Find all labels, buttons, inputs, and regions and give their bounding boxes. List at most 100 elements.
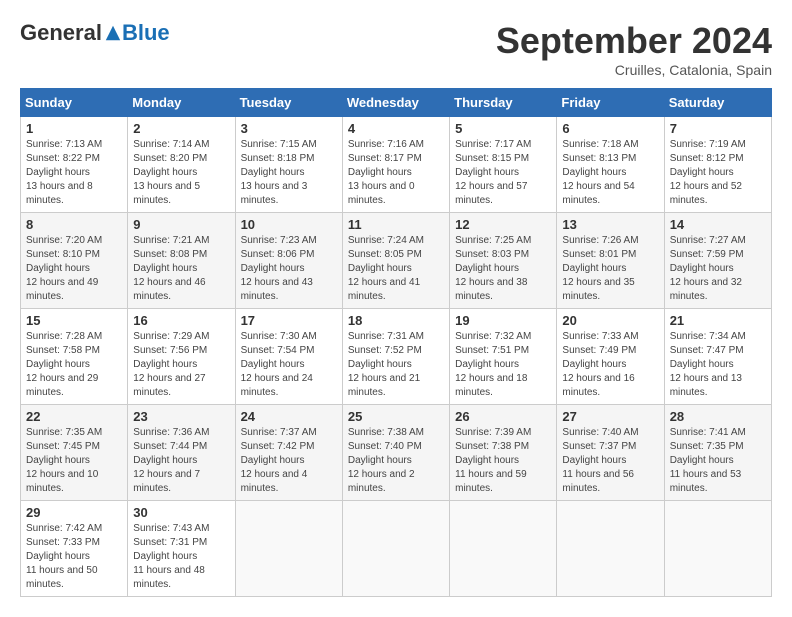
calendar-cell: 13 Sunrise: 7:26 AM Sunset: 8:01 PM Dayl… [557,213,664,309]
title-section: September 2024 Cruilles, Catalonia, Spai… [496,20,772,78]
day-info: Sunrise: 7:38 AM Sunset: 7:40 PM Dayligh… [348,426,444,496]
day-info: Sunrise: 7:20 AM Sunset: 8:10 PM Dayligh… [26,234,122,304]
weekday-header-row: SundayMondayTuesdayWednesdayThursdayFrid… [21,89,772,117]
calendar-cell: 2 Sunrise: 7:14 AM Sunset: 8:20 PM Dayli… [128,117,235,213]
day-number: 7 [670,121,766,136]
day-number: 2 [133,121,229,136]
day-number: 28 [670,409,766,424]
calendar-cell: 28 Sunrise: 7:41 AM Sunset: 7:35 PM Dayl… [664,405,771,501]
day-number: 25 [348,409,444,424]
weekday-thursday: Thursday [450,89,557,117]
day-info: Sunrise: 7:19 AM Sunset: 8:12 PM Dayligh… [670,138,766,208]
day-number: 1 [26,121,122,136]
calendar-cell: 1 Sunrise: 7:13 AM Sunset: 8:22 PM Dayli… [21,117,128,213]
day-info: Sunrise: 7:40 AM Sunset: 7:37 PM Dayligh… [562,426,658,496]
weekday-sunday: Sunday [21,89,128,117]
day-info: Sunrise: 7:18 AM Sunset: 8:13 PM Dayligh… [562,138,658,208]
day-number: 3 [241,121,337,136]
calendar-cell: 20 Sunrise: 7:33 AM Sunset: 7:49 PM Dayl… [557,309,664,405]
day-number: 18 [348,313,444,328]
day-number: 23 [133,409,229,424]
calendar-cell: 15 Sunrise: 7:28 AM Sunset: 7:58 PM Dayl… [21,309,128,405]
calendar-cell: 23 Sunrise: 7:36 AM Sunset: 7:44 PM Dayl… [128,405,235,501]
calendar-cell [342,501,449,597]
calendar-cell: 30 Sunrise: 7:43 AM Sunset: 7:31 PM Dayl… [128,501,235,597]
day-info: Sunrise: 7:43 AM Sunset: 7:31 PM Dayligh… [133,522,229,592]
day-info: Sunrise: 7:15 AM Sunset: 8:18 PM Dayligh… [241,138,337,208]
calendar-cell: 25 Sunrise: 7:38 AM Sunset: 7:40 PM Dayl… [342,405,449,501]
calendar-cell: 26 Sunrise: 7:39 AM Sunset: 7:38 PM Dayl… [450,405,557,501]
calendar-cell: 4 Sunrise: 7:16 AM Sunset: 8:17 PM Dayli… [342,117,449,213]
day-info: Sunrise: 7:25 AM Sunset: 8:03 PM Dayligh… [455,234,551,304]
day-info: Sunrise: 7:39 AM Sunset: 7:38 PM Dayligh… [455,426,551,496]
calendar-cell: 10 Sunrise: 7:23 AM Sunset: 8:06 PM Dayl… [235,213,342,309]
day-number: 30 [133,505,229,520]
logo-blue: Blue [122,20,170,46]
location-title: Cruilles, Catalonia, Spain [496,62,772,78]
calendar-cell: 3 Sunrise: 7:15 AM Sunset: 8:18 PM Dayli… [235,117,342,213]
calendar-cell: 17 Sunrise: 7:30 AM Sunset: 7:54 PM Dayl… [235,309,342,405]
day-info: Sunrise: 7:23 AM Sunset: 8:06 PM Dayligh… [241,234,337,304]
calendar-cell: 8 Sunrise: 7:20 AM Sunset: 8:10 PM Dayli… [21,213,128,309]
day-number: 6 [562,121,658,136]
day-number: 15 [26,313,122,328]
day-number: 24 [241,409,337,424]
day-number: 4 [348,121,444,136]
calendar-cell: 29 Sunrise: 7:42 AM Sunset: 7:33 PM Dayl… [21,501,128,597]
calendar-cell: 11 Sunrise: 7:24 AM Sunset: 8:05 PM Dayl… [342,213,449,309]
week-row-2: 8 Sunrise: 7:20 AM Sunset: 8:10 PM Dayli… [21,213,772,309]
day-number: 20 [562,313,658,328]
calendar-cell: 21 Sunrise: 7:34 AM Sunset: 7:47 PM Dayl… [664,309,771,405]
day-number: 16 [133,313,229,328]
day-number: 13 [562,217,658,232]
day-info: Sunrise: 7:27 AM Sunset: 7:59 PM Dayligh… [670,234,766,304]
week-row-5: 29 Sunrise: 7:42 AM Sunset: 7:33 PM Dayl… [21,501,772,597]
day-info: Sunrise: 7:13 AM Sunset: 8:22 PM Dayligh… [26,138,122,208]
calendar-cell [557,501,664,597]
day-info: Sunrise: 7:37 AM Sunset: 7:42 PM Dayligh… [241,426,337,496]
week-row-3: 15 Sunrise: 7:28 AM Sunset: 7:58 PM Dayl… [21,309,772,405]
day-number: 14 [670,217,766,232]
day-info: Sunrise: 7:17 AM Sunset: 8:15 PM Dayligh… [455,138,551,208]
day-info: Sunrise: 7:41 AM Sunset: 7:35 PM Dayligh… [670,426,766,496]
calendar-cell: 16 Sunrise: 7:29 AM Sunset: 7:56 PM Dayl… [128,309,235,405]
day-info: Sunrise: 7:34 AM Sunset: 7:47 PM Dayligh… [670,330,766,400]
weekday-friday: Friday [557,89,664,117]
weekday-tuesday: Tuesday [235,89,342,117]
day-number: 12 [455,217,551,232]
calendar-cell: 24 Sunrise: 7:37 AM Sunset: 7:42 PM Dayl… [235,405,342,501]
logo-icon [104,24,122,42]
day-number: 9 [133,217,229,232]
calendar-cell: 9 Sunrise: 7:21 AM Sunset: 8:08 PM Dayli… [128,213,235,309]
day-info: Sunrise: 7:33 AM Sunset: 7:49 PM Dayligh… [562,330,658,400]
day-number: 19 [455,313,551,328]
day-number: 10 [241,217,337,232]
day-info: Sunrise: 7:35 AM Sunset: 7:45 PM Dayligh… [26,426,122,496]
logo-general: General [20,20,102,46]
calendar-cell: 6 Sunrise: 7:18 AM Sunset: 8:13 PM Dayli… [557,117,664,213]
day-info: Sunrise: 7:42 AM Sunset: 7:33 PM Dayligh… [26,522,122,592]
week-row-4: 22 Sunrise: 7:35 AM Sunset: 7:45 PM Dayl… [21,405,772,501]
calendar-cell: 27 Sunrise: 7:40 AM Sunset: 7:37 PM Dayl… [557,405,664,501]
calendar-cell: 12 Sunrise: 7:25 AM Sunset: 8:03 PM Dayl… [450,213,557,309]
day-number: 17 [241,313,337,328]
day-number: 22 [26,409,122,424]
day-info: Sunrise: 7:26 AM Sunset: 8:01 PM Dayligh… [562,234,658,304]
calendar-cell: 18 Sunrise: 7:31 AM Sunset: 7:52 PM Dayl… [342,309,449,405]
day-number: 11 [348,217,444,232]
calendar-cell [450,501,557,597]
weekday-saturday: Saturday [664,89,771,117]
calendar-cell: 5 Sunrise: 7:17 AM Sunset: 8:15 PM Dayli… [450,117,557,213]
day-info: Sunrise: 7:21 AM Sunset: 8:08 PM Dayligh… [133,234,229,304]
day-number: 27 [562,409,658,424]
week-row-1: 1 Sunrise: 7:13 AM Sunset: 8:22 PM Dayli… [21,117,772,213]
day-info: Sunrise: 7:24 AM Sunset: 8:05 PM Dayligh… [348,234,444,304]
logo: General Blue [20,20,170,46]
day-info: Sunrise: 7:16 AM Sunset: 8:17 PM Dayligh… [348,138,444,208]
day-number: 29 [26,505,122,520]
calendar-cell: 14 Sunrise: 7:27 AM Sunset: 7:59 PM Dayl… [664,213,771,309]
day-info: Sunrise: 7:32 AM Sunset: 7:51 PM Dayligh… [455,330,551,400]
weekday-monday: Monday [128,89,235,117]
day-info: Sunrise: 7:31 AM Sunset: 7:52 PM Dayligh… [348,330,444,400]
day-info: Sunrise: 7:14 AM Sunset: 8:20 PM Dayligh… [133,138,229,208]
